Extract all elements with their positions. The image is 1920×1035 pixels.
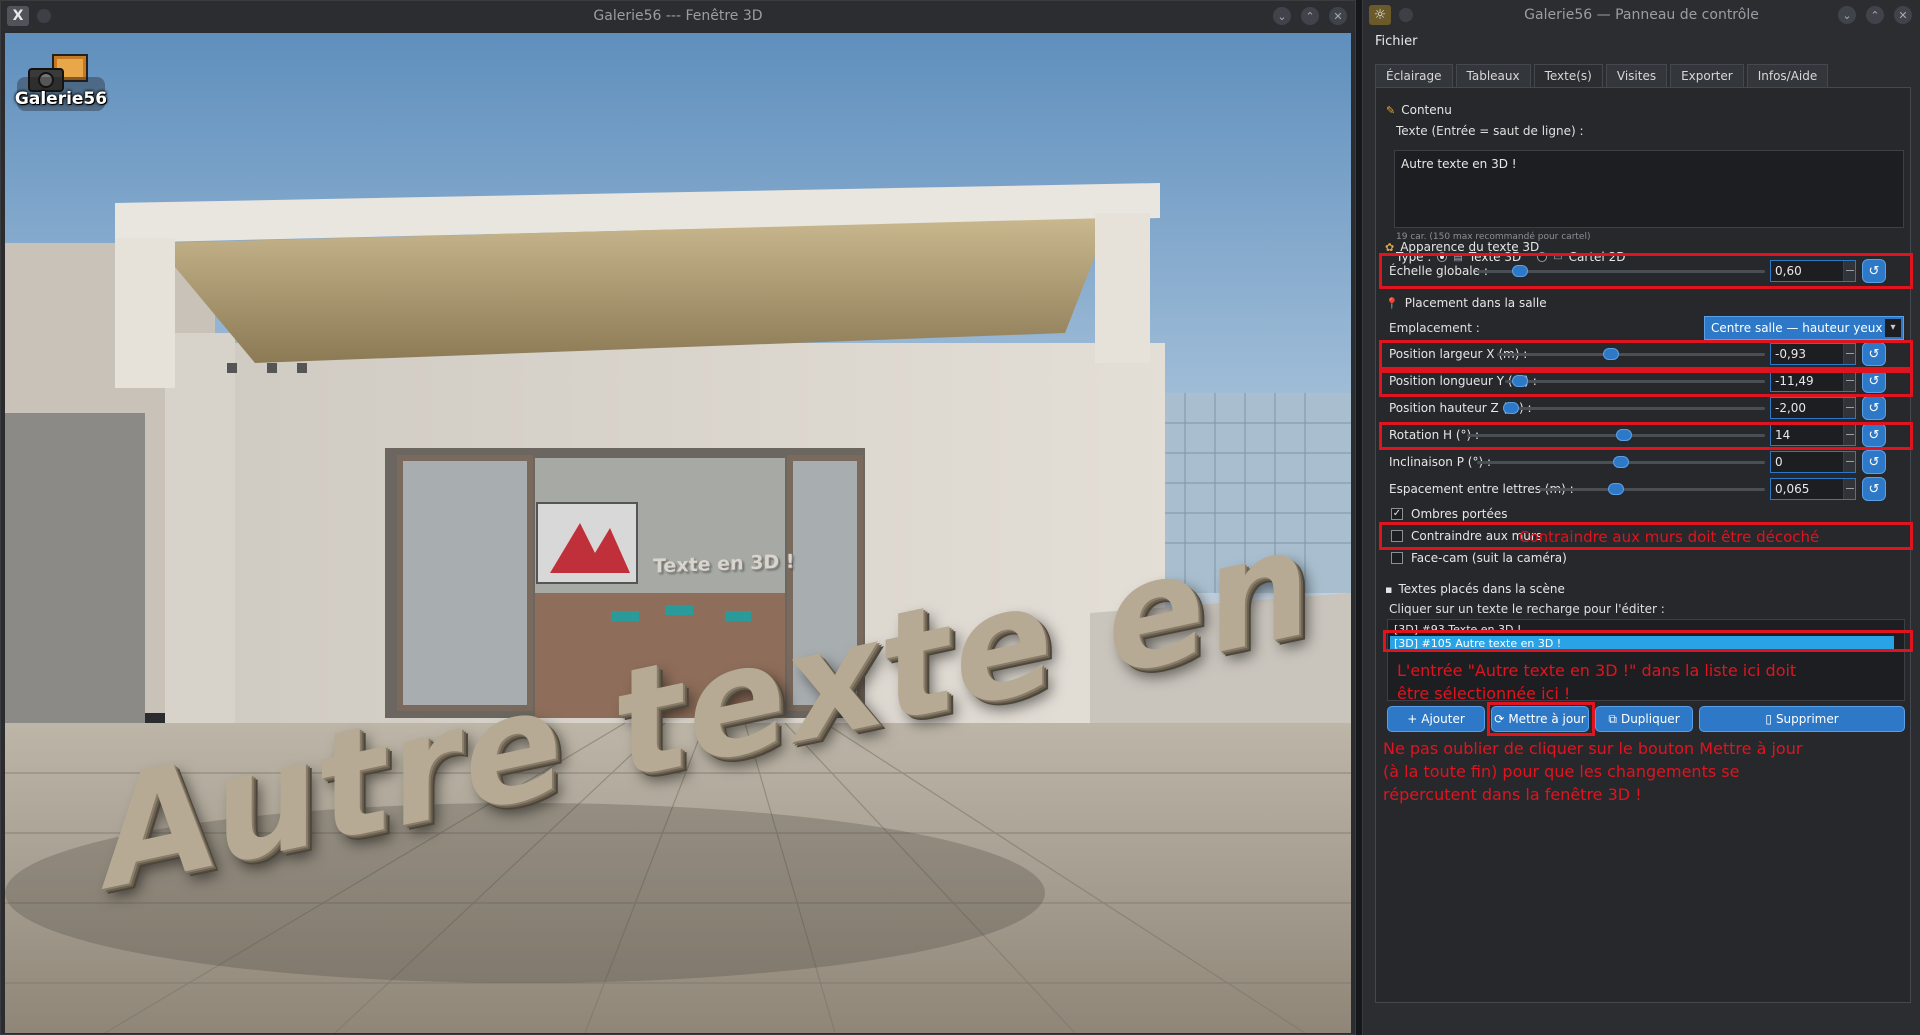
espacement-slider-handle[interactable] [1608,483,1625,495]
row-espacement: Espacement entre lettres (m) : 0,065 ↺ [1387,477,1899,503]
maximize-icon[interactable]: ⌃ [1301,7,1319,25]
supprimer-label: Supprimer [1775,712,1839,726]
window-3d-title: Galerie56 --- Fenêtre 3D [593,8,763,24]
tab-infos-aide[interactable]: Infos/Aide [1746,64,1829,88]
ombres-label: Ombres portées [1411,507,1508,521]
annotation-box-list-selected [1383,630,1913,652]
espacement-reset-icon[interactable]: ↺ [1862,477,1886,501]
3d-viewport[interactable]: Galerie56 Texte en 3D ! Autre texte en 3… [5,33,1351,1033]
document-icon: ▪ [1385,582,1393,596]
chevron-down-icon: ▾ [1885,319,1901,337]
panel-titlebar: ☼ Galerie56 — Panneau de contrôle ⌄ ⌃ ✕ [1363,0,1920,30]
inclinaison-p-slider-handle[interactable] [1613,456,1629,468]
annotation-box-echelle [1379,253,1913,289]
tab-tableaux[interactable]: Tableaux [1455,64,1531,88]
emplacement-value: Centre salle — hauteur yeux [1711,321,1883,335]
trash-icon: ▯ [1765,712,1772,726]
panel-app-icon[interactable]: ☼ [1369,5,1391,25]
facecam-checkbox[interactable] [1391,552,1403,564]
texte-textarea[interactable]: Autre texte en 3D ! [1394,150,1904,228]
tab-eclairage[interactable]: Éclairage [1375,64,1453,88]
panel-maximize-icon[interactable]: ⌃ [1866,6,1884,24]
pencil-icon: ✎ [1386,103,1396,117]
close-icon[interactable]: ✕ [1329,7,1347,25]
section-placement-title-row: 📍 Placement dans la salle [1385,296,1547,310]
facecam-label: Face-cam (suit la caméra) [1411,551,1567,565]
control-panel-window: ☼ Galerie56 — Panneau de contrôle ⌄ ⌃ ✕ … [1362,0,1920,1035]
section-apparence-title-row: ✿ Apparence du texte 3D [1385,240,1539,254]
ombres-checkbox-row[interactable]: ✓ Ombres portées [1391,507,1508,521]
espacement-slider-track[interactable] [1539,488,1765,491]
tab-bar: Éclairage Tableaux Texte(s) Visites Expo… [1375,64,1829,88]
position-z-value: -2,00 [1775,401,1807,415]
supprimer-button[interactable]: ▯ Supprimer [1699,706,1905,732]
window-3d-titlebar: X Galerie56 --- Fenêtre 3D ⌄ ⌃ ✕ [1,1,1355,31]
window-menu-icon[interactable] [37,9,51,23]
copy-icon: ⧉ [1608,711,1617,726]
ombres-checkbox[interactable]: ✓ [1391,508,1403,520]
section-textes-places-title-row: ▪ Textes placés dans la scène [1385,582,1565,596]
minimize-icon[interactable]: ⌄ [1273,7,1291,25]
dupliquer-label: Dupliquer [1620,712,1680,726]
annotation-box-position-y [1379,370,1913,397]
position-z-slider-handle[interactable] [1503,402,1519,414]
annotation-box-position-x [1379,340,1913,370]
annotation-contraindre-text: Contraindre aux murs doit être décoché [1519,528,1820,546]
position-z-spinbox[interactable]: -2,00 [1770,397,1856,419]
section-textes-places-title: Textes placés dans la scène [1398,582,1565,596]
annotation-update-text-3: répercutent dans la fenêtre 3D ! [1383,785,1642,804]
logo-text: Galerie56 [14,89,108,109]
annotation-box-mettre-a-jour [1487,702,1595,736]
position-z-reset-icon[interactable]: ↺ [1862,396,1886,420]
plus-icon: + [1407,712,1418,726]
dupliquer-button[interactable]: ⧉ Dupliquer [1595,706,1693,732]
emplacement-select[interactable]: Centre salle — hauteur yeux ▾ [1704,316,1904,340]
section-apparence-title: Apparence du texte 3D [1400,240,1540,254]
menu-fichier[interactable]: Fichier [1375,34,1418,49]
facecam-checkbox-row[interactable]: Face-cam (suit la caméra) [1391,551,1567,565]
emplacement-label: Emplacement : [1389,321,1480,335]
espacement-value: 0,065 [1775,482,1810,496]
window-3d: X Galerie56 --- Fenêtre 3D ⌄ ⌃ ✕ Galerie… [0,0,1356,1035]
menubar: Fichier [1375,34,1418,49]
textes-instruction: Cliquer sur un texte le recharge pour l'… [1389,602,1665,616]
ajouter-label: Ajouter [1421,712,1465,726]
section-placement-title: Placement dans la salle [1404,296,1547,310]
panel-window-menu-icon[interactable] [1399,8,1413,22]
position-z-slider-track[interactable] [1503,407,1765,410]
section-contenu: ✎ Contenu [1386,103,1452,117]
inclinaison-p-value: 0 [1775,455,1783,469]
palette-icon: ✿ [1385,240,1395,254]
tab-exporter[interactable]: Exporter [1670,64,1744,88]
pin-icon: 📍 [1385,296,1399,310]
annotation-box-rotation-h [1379,422,1913,450]
panel-close-icon[interactable]: ✕ [1894,6,1912,24]
texte-label: Texte (Entrée = saut de ligne) : [1396,124,1584,138]
ajouter-button[interactable]: + Ajouter [1387,706,1485,732]
row-position-z: Position hauteur Z (m) : -2,00 ↺ [1387,396,1899,422]
panel-minimize-icon[interactable]: ⌄ [1838,6,1856,24]
espacement-spinbox[interactable]: 0,065 [1770,478,1856,500]
inclinaison-p-reset-icon[interactable]: ↺ [1862,450,1886,474]
inclinaison-p-label: Inclinaison P (°) : [1389,455,1491,469]
inclinaison-p-spinbox[interactable]: 0 [1770,451,1856,473]
row-inclinaison-p: Inclinaison P (°) : 0 ↺ [1387,450,1899,476]
panel-title: Galerie56 — Panneau de contrôle [1524,7,1759,23]
section-contenu-title: Contenu [1401,103,1452,117]
tab-textes[interactable]: Texte(s) [1533,64,1603,88]
annotation-list-text-2: être sélectionnée ici ! [1397,684,1571,703]
app-x-icon[interactable]: X [7,6,29,26]
tab-visites[interactable]: Visites [1605,64,1668,88]
